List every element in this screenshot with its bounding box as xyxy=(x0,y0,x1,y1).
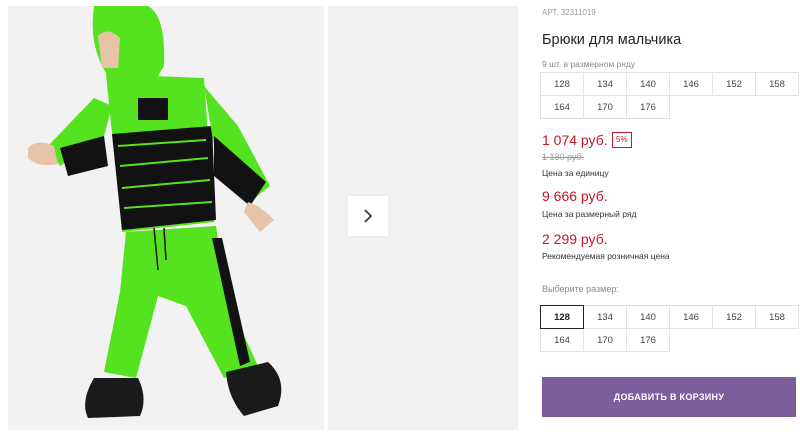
product-gallery xyxy=(0,0,520,432)
discount-badge: 5% xyxy=(612,132,632,148)
pack-price: 9 666 руб. xyxy=(542,188,608,204)
unit-price: 1 074 руб. xyxy=(542,132,608,148)
unit-price-label: Цена за единицу xyxy=(542,168,609,178)
size-option[interactable]: 158 xyxy=(755,305,799,329)
pack-note: 9 шт. в размерном ряду xyxy=(542,59,636,69)
pack-size-grid: 128 134 140 146 152 158 164 170 176 xyxy=(540,72,799,119)
product-info-panel: АРТ. 32311019 Брюки для мальчика 9 шт. в… xyxy=(540,0,800,432)
size-option-selected[interactable]: 128 xyxy=(540,305,584,329)
size-option[interactable]: 176 xyxy=(626,328,670,352)
pack-size-cell: 128 xyxy=(540,72,584,96)
size-option[interactable]: 134 xyxy=(583,305,627,329)
pack-size-cell: 134 xyxy=(583,72,627,96)
boy-in-green-tracksuit-illustration xyxy=(8,6,324,430)
product-title: Брюки для мальчика xyxy=(542,32,682,48)
size-option[interactable]: 146 xyxy=(669,305,713,329)
size-picker: 128 134 140 146 152 158 164 170 176 xyxy=(540,305,799,352)
product-sku: АРТ. 32311019 xyxy=(542,8,596,17)
pack-size-cell: 176 xyxy=(626,95,670,119)
pack-size-cell: 170 xyxy=(583,95,627,119)
rrp-price: 2 299 руб. xyxy=(542,231,608,247)
pack-size-cell: 146 xyxy=(669,72,713,96)
size-picker-label: Выберите размер: xyxy=(542,284,619,294)
rrp-price-label: Рекомендуемая розничная цена xyxy=(542,251,670,261)
pack-price-label: Цена за размерный ряд xyxy=(542,209,637,219)
size-option[interactable]: 140 xyxy=(626,305,670,329)
add-to-cart-button[interactable]: ДОБАВИТЬ В КОРЗИНУ xyxy=(542,377,796,417)
next-image-button[interactable] xyxy=(348,196,388,236)
size-option[interactable]: 152 xyxy=(712,305,756,329)
size-option[interactable]: 170 xyxy=(583,328,627,352)
product-photo[interactable] xyxy=(8,6,324,430)
size-option[interactable]: 164 xyxy=(540,328,584,352)
pack-size-cell: 164 xyxy=(540,95,584,119)
pack-size-cell: 152 xyxy=(712,72,756,96)
old-price: 1 130 руб. xyxy=(542,152,585,162)
chevron-right-icon xyxy=(364,209,373,223)
pack-size-cell: 158 xyxy=(755,72,799,96)
pack-size-cell: 140 xyxy=(626,72,670,96)
